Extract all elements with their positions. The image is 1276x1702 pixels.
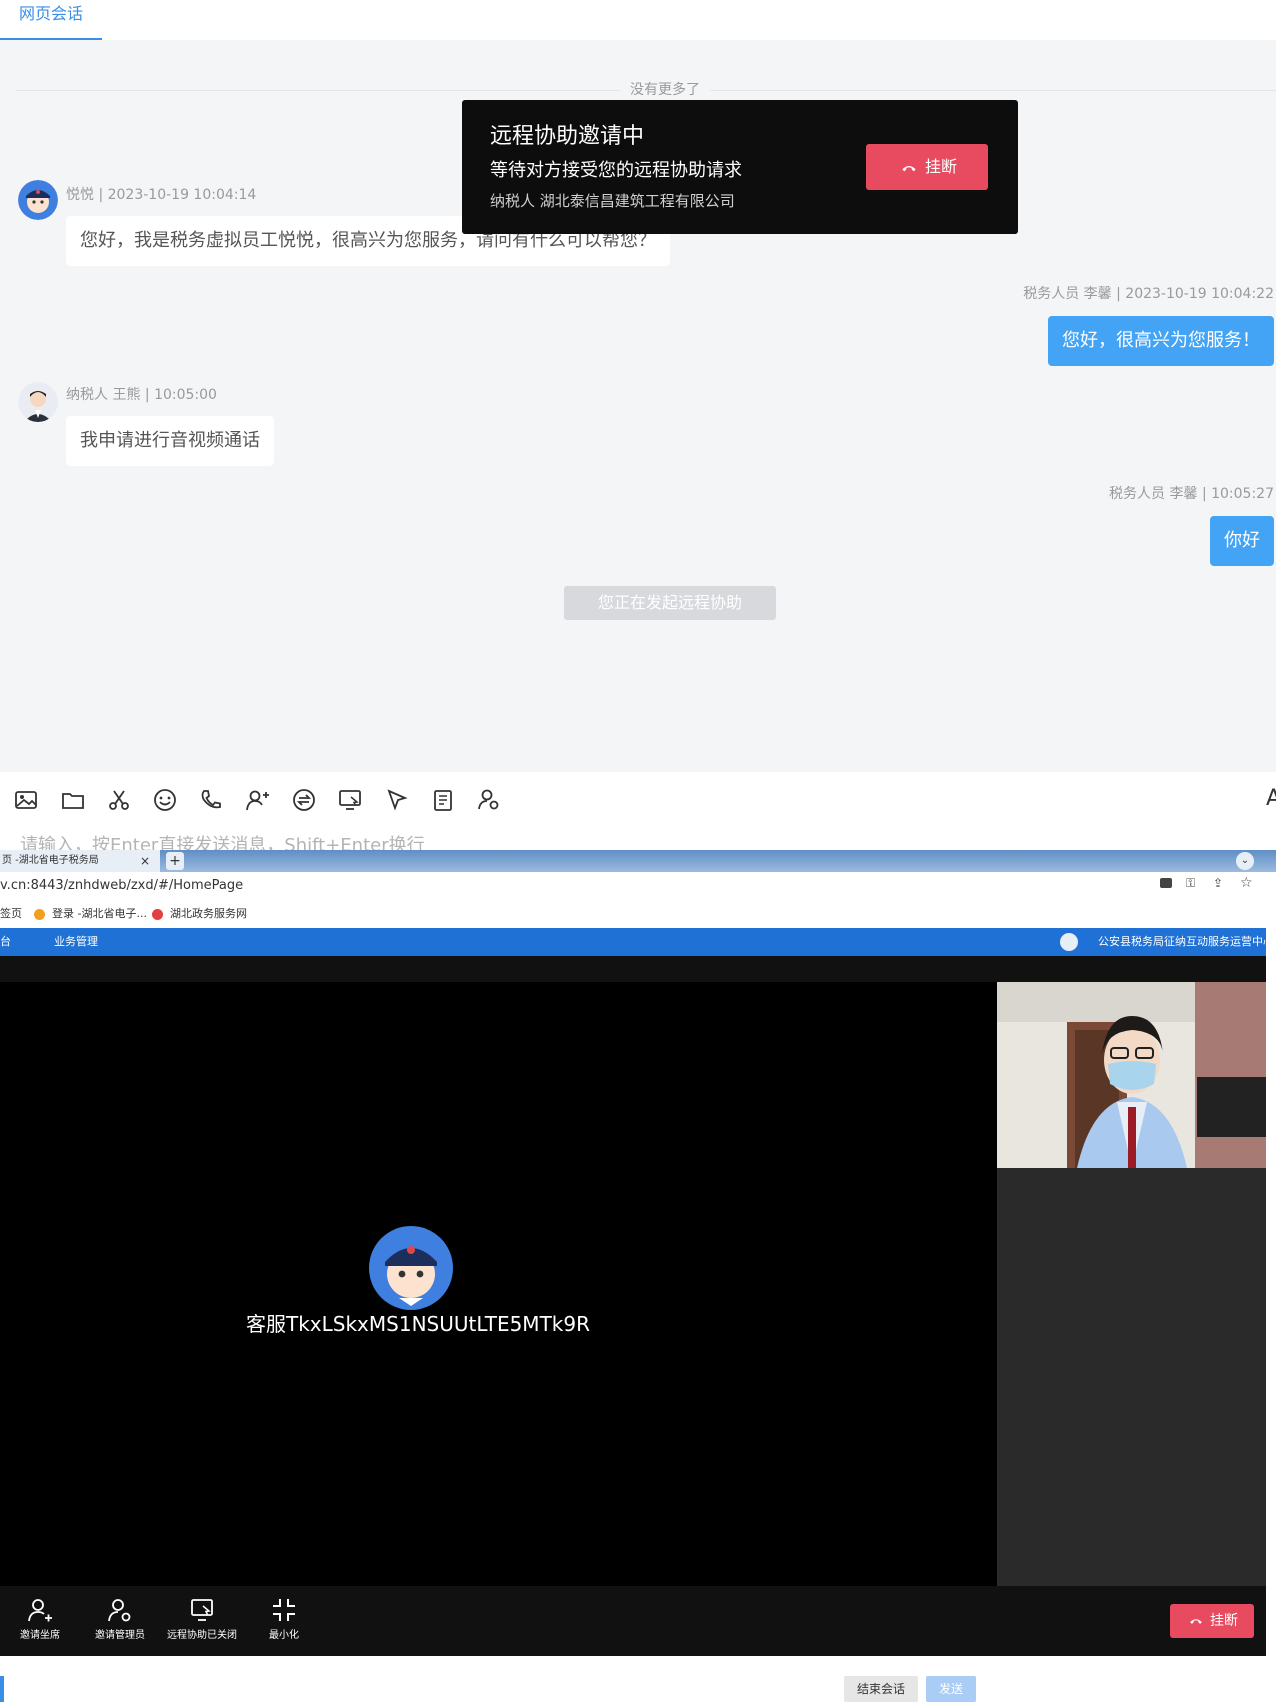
- no-more-label: 没有更多了: [620, 79, 710, 101]
- minimize-button[interactable]: 最小化: [244, 1596, 324, 1641]
- add-user-icon: [28, 1599, 52, 1622]
- editor-toolbar: A 请输入，按Enter直接发送消息，Shift+Enter换行: [0, 772, 1276, 856]
- hangup-label: 挂断: [1210, 1613, 1238, 1629]
- avatar-taxpayer: [18, 382, 58, 422]
- cursor-icon[interactable]: [383, 786, 411, 814]
- close-icon[interactable]: ×: [140, 850, 150, 872]
- image-icon[interactable]: [12, 786, 40, 814]
- video-call-window: 客服TkxLSkxMS1NSUUtLTE5MTk9R 邀请坐席 邀请管理员 远程…: [0, 956, 1266, 1656]
- key-icon[interactable]: ⚿: [1186, 876, 1195, 891]
- avatar: [1060, 933, 1078, 951]
- message-bubble: 我申请进行音视频通话: [66, 416, 274, 466]
- clipboard-icon[interactable]: [429, 786, 457, 814]
- message-bubble: 您好，很高兴为您服务！: [1048, 316, 1274, 366]
- browser-tab-strip: 页 -湖北省电子税务局 × + ⌄: [0, 850, 1276, 872]
- admin-user-icon: [108, 1599, 131, 1622]
- system-note: 您正在发起远程协助: [564, 586, 776, 620]
- message-meta: 悦悦 | 2023-10-19 10:04:14: [66, 187, 257, 203]
- bookmark-favicon-icon: [34, 909, 45, 920]
- hangup-label: 挂断: [924, 157, 957, 176]
- transfer-user-icon[interactable]: [244, 786, 272, 814]
- phone-hangup-icon: [902, 165, 916, 171]
- call-hangup-button[interactable]: 挂断: [1170, 1604, 1254, 1638]
- end-session-button[interactable]: 结束会话: [844, 1676, 918, 1702]
- control-label: 邀请管理员: [95, 1630, 145, 1641]
- bookmarks-bar: 签页 登录 -湖北省电子... 湖北政务服务网: [0, 900, 1276, 928]
- nav-org-name: 公安县税务局征纳互动服务运营中心: [1098, 935, 1274, 948]
- minimize-icon: [273, 1599, 295, 1621]
- message-meta: 纳税人 王熊 | 10:05:00: [66, 387, 217, 403]
- invite-admin-button[interactable]: 邀请管理员: [80, 1596, 160, 1641]
- bookmark-item[interactable]: 湖北政务服务网: [170, 900, 247, 928]
- remote-assist-popup: 远程协助邀请中 等待对方接受您的远程协助请求 纳税人 湖北泰信昌建筑工程有限公司…: [462, 100, 1018, 234]
- popup-title: 远程协助邀请中: [490, 124, 645, 149]
- bookmark-item[interactable]: 签页: [0, 900, 22, 928]
- share-icon[interactable]: ⇪: [1213, 876, 1223, 890]
- hangup-button[interactable]: 挂断: [866, 144, 988, 190]
- bottom-bar: 结束会话 发送: [0, 1656, 1276, 1702]
- message-bubble: 你好: [1210, 516, 1274, 566]
- new-tab-button[interactable]: +: [166, 852, 184, 870]
- message-meta: 税务人员 李馨 | 2023-10-19 10:04:22: [1023, 286, 1274, 302]
- font-icon[interactable]: A: [1266, 786, 1276, 811]
- bookmark-item[interactable]: 登录 -湖北省电子...: [52, 900, 147, 928]
- avatar-virtual-staff: [18, 180, 58, 220]
- camera-icon[interactable]: [1160, 878, 1172, 888]
- phone-icon[interactable]: [197, 786, 225, 814]
- browser-tab[interactable]: 页 -湖北省电子税务局: [0, 850, 160, 872]
- tab-web-session[interactable]: 网页会话: [0, 0, 102, 40]
- remote-assist-toggle[interactable]: 远程协助已关闭: [162, 1596, 242, 1641]
- background-page-edge: [1266, 928, 1276, 1702]
- popup-subtitle: 等待对方接受您的远程协助请求: [490, 160, 742, 181]
- phone-hangup-icon: [1190, 1619, 1202, 1624]
- scissors-icon[interactable]: [105, 786, 133, 814]
- popup-company: 纳税人 湖北泰信昌建筑工程有限公司: [490, 192, 735, 210]
- video-side-panel: [997, 982, 1266, 1586]
- invite-agent-button[interactable]: 邀请坐席: [0, 1596, 80, 1641]
- exchange-icon[interactable]: [290, 786, 318, 814]
- chat-header: 网页会话: [0, 0, 1276, 40]
- chevron-down-icon[interactable]: ⌄: [1236, 852, 1254, 870]
- star-icon[interactable]: ☆: [1240, 875, 1253, 891]
- edge-accent: [0, 1676, 4, 1702]
- url-text: v.cn:8443/znhdweb/zxd/#/HomePage: [0, 878, 244, 893]
- control-label: 邀请坐席: [20, 1630, 60, 1641]
- control-label: 远程协助已关闭: [167, 1630, 237, 1641]
- address-bar[interactable]: v.cn:8443/znhdweb/zxd/#/HomePage ⚿ ⇪ ☆: [0, 872, 1276, 901]
- call-controls: 邀请坐席 邀请管理员 远程协助已关闭 最小化 挂断: [0, 1586, 1266, 1656]
- caller-avatar: [246, 1226, 576, 1314]
- send-button[interactable]: 发送: [926, 1676, 976, 1702]
- user-settings-icon[interactable]: [475, 786, 503, 814]
- video-header: [0, 956, 1266, 982]
- folder-icon[interactable]: [59, 786, 87, 814]
- remote-desktop-icon[interactable]: [336, 786, 364, 814]
- remote-desktop-icon: [191, 1599, 213, 1621]
- nav-item[interactable]: 业务管理: [54, 928, 98, 956]
- site-nav: 台 业务管理 公安县税务局征纳互动服务运营中心: [0, 928, 1276, 956]
- message-meta: 税务人员 李馨 | 10:05:27: [1109, 486, 1274, 502]
- nav-item[interactable]: 台: [0, 928, 11, 956]
- camera-feed: [997, 982, 1266, 1168]
- control-label: 最小化: [269, 1630, 299, 1641]
- caller-name: 客服TkxLSkxMS1NSUUtLTE5MTk9R: [246, 1312, 590, 1336]
- emoji-icon[interactable]: [151, 786, 179, 814]
- bookmark-favicon-icon: [152, 909, 163, 920]
